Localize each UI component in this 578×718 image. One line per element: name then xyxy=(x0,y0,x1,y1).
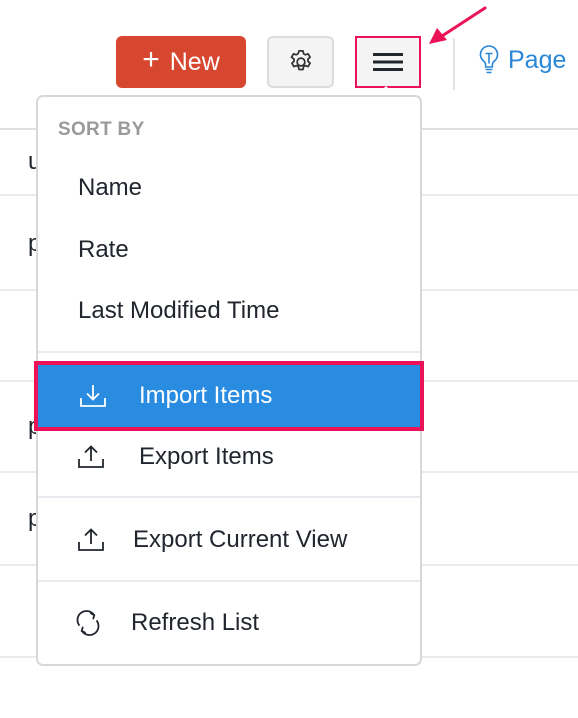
export-items-label: Export Items xyxy=(139,443,274,470)
export-items-menu-item[interactable]: Export Items xyxy=(34,426,424,488)
more-menu-button[interactable] xyxy=(355,36,421,88)
refresh-list-menu-item[interactable]: Refresh List xyxy=(34,592,424,654)
new-button-label: New xyxy=(169,47,220,76)
sort-by-heading: SORT BY xyxy=(58,119,145,140)
lightbulb-icon xyxy=(479,45,499,74)
download-icon xyxy=(80,385,106,407)
refresh-icon xyxy=(76,610,100,636)
page-tips-label: Page xyxy=(508,45,567,74)
sort-option-last-modified-time[interactable]: Last Modified Time xyxy=(78,297,279,325)
upload-icon xyxy=(78,445,104,468)
toolbar-divider xyxy=(453,38,455,90)
settings-button[interactable] xyxy=(267,36,334,88)
export-current-view-menu-item[interactable]: Export Current View xyxy=(34,509,424,571)
annotation-arrow-icon xyxy=(429,6,487,44)
hamburger-icon xyxy=(373,53,403,71)
export-current-view-label: Export Current View xyxy=(133,526,348,553)
sort-option-name[interactable]: Name xyxy=(78,174,142,202)
import-items-label: Import Items xyxy=(139,382,273,409)
plus-icon: + xyxy=(142,43,160,76)
dropdown-separator xyxy=(38,580,420,582)
dropdown-separator xyxy=(38,496,420,498)
page-tips-link[interactable]: Page xyxy=(478,44,566,76)
sort-option-rate[interactable]: Rate xyxy=(78,236,129,264)
refresh-list-label: Refresh List xyxy=(131,609,260,636)
import-items-menu-item[interactable]: Import Items xyxy=(34,361,424,431)
gear-icon xyxy=(290,50,311,71)
dropdown-separator xyxy=(38,351,420,353)
upload-icon xyxy=(78,528,104,551)
new-button[interactable]: + New xyxy=(116,36,246,88)
dropdown-caret xyxy=(377,86,395,95)
